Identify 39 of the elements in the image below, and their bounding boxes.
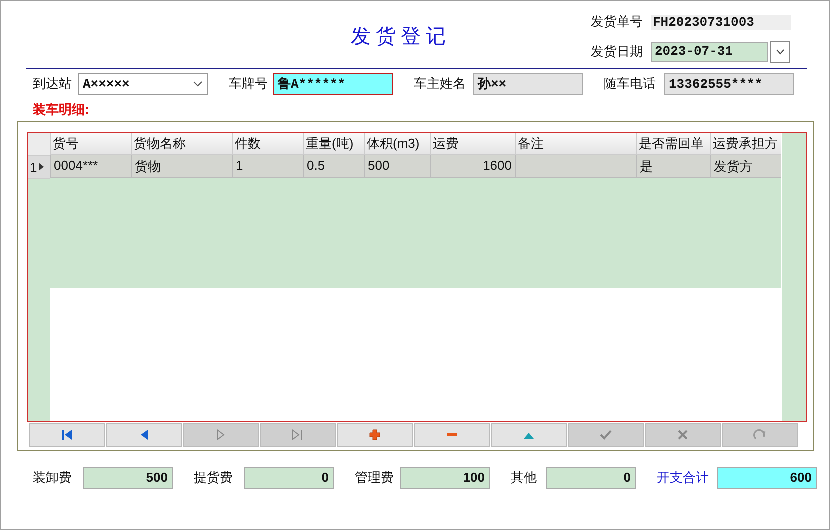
amount-field[interactable]: 600 (717, 467, 817, 489)
order-number-field[interactable]: FH20230731003 (651, 14, 791, 30)
text-field[interactable]: 孙×× (473, 73, 583, 95)
first-button[interactable] (29, 423, 105, 447)
checkmark-icon (599, 429, 613, 441)
chevron-down-icon (776, 49, 784, 55)
amount-field[interactable]: 100 (400, 467, 490, 489)
plus-icon (368, 429, 382, 441)
field-label: 管理费 (355, 469, 395, 487)
text-field[interactable]: 13362555**** (664, 73, 794, 95)
close-icon (676, 429, 690, 441)
skip-first-icon (60, 429, 74, 441)
chevron-down-icon (193, 81, 203, 87)
delete-button[interactable] (414, 423, 490, 447)
field-label: 装卸费 (33, 469, 73, 487)
field-label: 发货单号 (591, 13, 644, 31)
text-field[interactable]: 鲁A****** (273, 73, 393, 95)
station-dropdown[interactable]: A××××× (78, 73, 208, 95)
amount-field[interactable]: 0 (244, 467, 334, 489)
skip-last-icon (291, 429, 305, 441)
field-label: 发货日期 (591, 43, 644, 61)
section-title: 装车明细: (32, 101, 90, 119)
add-button[interactable] (337, 423, 413, 447)
row-header[interactable]: 1 (28, 156, 50, 179)
amount-field[interactable]: 500 (83, 467, 173, 489)
form-title: 发货登记 (350, 25, 452, 50)
date-picker-button[interactable] (770, 41, 790, 63)
field-label: 到达站 (33, 75, 73, 93)
refresh-icon (753, 429, 767, 441)
field-label: 开支合计 (657, 469, 710, 487)
amount-field[interactable]: 0 (546, 467, 636, 489)
field-label: 车牌号 (229, 75, 269, 93)
up-button[interactable] (491, 423, 567, 447)
date-field[interactable]: 2023-07-31 (651, 42, 768, 62)
field-label: 随车电话 (604, 75, 657, 93)
current-row-icon (39, 163, 44, 171)
field-label: 提货费 (194, 469, 234, 487)
field-label: 其他 (511, 469, 538, 487)
field-label: 车主姓名 (414, 75, 467, 93)
